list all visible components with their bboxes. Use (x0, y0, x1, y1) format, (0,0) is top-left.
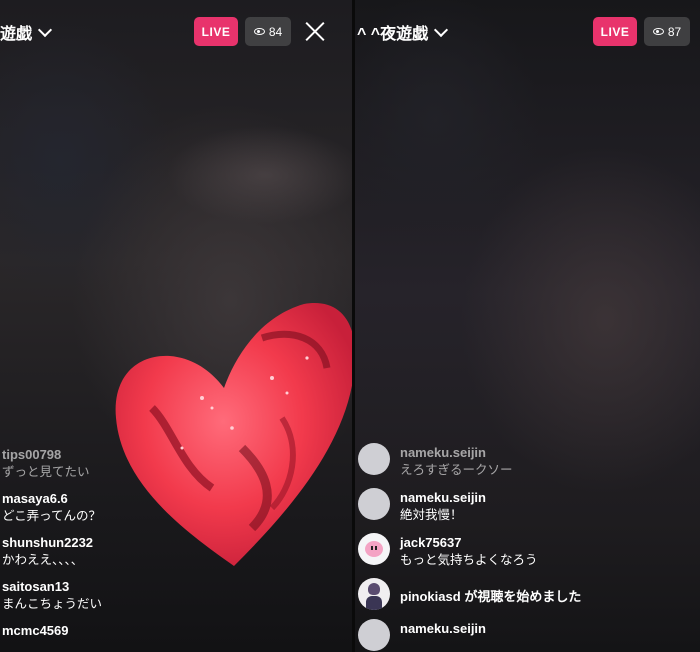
chevron-down-icon (434, 22, 449, 37)
comment-item: nameku.seijin (358, 619, 688, 651)
left-viewer-count-value: 84 (268, 24, 283, 39)
default-avatar[interactable] (358, 443, 390, 475)
right-stream-panel: ^ ^夜遊戯 LIVE 87 nameku.seijin えろすぎるークソー n… (355, 0, 700, 652)
comment-text: 絶対我慢！ (400, 508, 463, 522)
comment-username[interactable]: jack75637 (400, 534, 538, 551)
join-notice: pinokiasd が視聴を始めました (358, 578, 688, 610)
comment-username[interactable]: saitosan13 (2, 578, 262, 595)
right-stream-title-text: ^ ^夜遊戯 (357, 26, 429, 43)
comment-username[interactable]: tips00798 (2, 446, 262, 463)
left-comment-feed: tips00798 ずっと見てたい masaya6.6 どこ弄ってんの？ shu… (2, 446, 262, 648)
pink-character-avatar[interactable] (358, 533, 390, 565)
left-viewer-count[interactable]: 84 (245, 17, 291, 46)
right-viewer-count-value: 87 (667, 24, 682, 39)
comment-item: saitosan13 まんこちょうだい (2, 578, 262, 613)
comment-username[interactable]: masaya6.6 (2, 490, 262, 507)
comment-item: shunshun2232 かわええ、、、、 (2, 534, 262, 569)
comment-text: かわええ、、、、 (2, 553, 84, 567)
default-avatar[interactable] (358, 488, 390, 520)
eye-icon (253, 28, 265, 35)
comment-username[interactable]: mcmc4569 (2, 622, 262, 639)
comment-username[interactable]: nameku.seijin (400, 444, 513, 461)
comment-text: どこ弄ってんの？ (2, 509, 102, 523)
default-avatar[interactable] (358, 619, 390, 651)
left-stream-panel: 遊戯 LIVE 84 tips00798 ずっと見てたい masaya6.6 ど… (0, 0, 352, 652)
comment-text: えろすぎるークソー (400, 463, 513, 477)
right-live-badge: LIVE (593, 17, 637, 46)
comment-item: masaya6.6 どこ弄ってんの？ (2, 490, 262, 525)
left-stream-title-text: 遊戯 (0, 26, 33, 43)
right-comment-feed: nameku.seijin えろすぎるークソー nameku.seijin 絶対… (358, 443, 688, 652)
left-top-bar: 遊戯 LIVE 84 (0, 0, 352, 62)
comment-text: ずっと見てたい (2, 465, 90, 479)
right-viewer-count[interactable]: 87 (644, 17, 690, 46)
close-button[interactable] (304, 20, 326, 42)
comment-item: jack75637 もっと気持ちよくなろう (358, 533, 688, 569)
left-stream-title[interactable]: 遊戯 (0, 20, 53, 44)
comment-text: まんこちょうだい (2, 597, 103, 611)
comment-username[interactable]: pinokiasd (400, 589, 461, 604)
comment-text: もっと気持ちよくなろう (400, 553, 538, 567)
comment-item: nameku.seijin 絶対我慢！ (358, 488, 688, 524)
person-avatar[interactable] (358, 578, 390, 610)
right-stream-title[interactable]: ^ ^夜遊戯 (357, 20, 449, 44)
comment-username[interactable]: nameku.seijin (400, 620, 486, 637)
left-live-badge: LIVE (194, 17, 238, 46)
comment-username[interactable]: shunshun2232 (2, 534, 262, 551)
comment-username[interactable]: nameku.seijin (400, 489, 486, 506)
eye-icon (652, 28, 664, 35)
comment-item: mcmc4569 (2, 622, 262, 639)
comment-item: tips00798 ずっと見てたい (2, 446, 262, 481)
right-top-bar: ^ ^夜遊戯 LIVE 87 (355, 0, 700, 62)
join-text: が視聴を始めました (464, 589, 582, 604)
comment-item: nameku.seijin えろすぎるークソー (358, 443, 688, 479)
chevron-down-icon (37, 22, 53, 37)
